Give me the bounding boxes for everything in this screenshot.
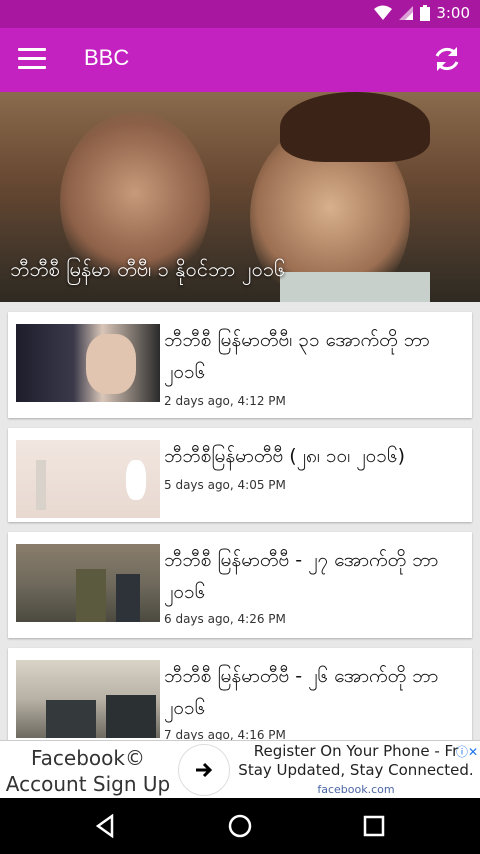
arrow-right-icon: [196, 762, 213, 778]
status-time: 3:00: [436, 4, 470, 22]
featured-video[interactable]: ဘီဘီစီ မြန်မာ တီဗီ၊ ၁ နိုဝင်ဘာ ၂၀၁၆: [0, 92, 480, 302]
ad-left-line1: Facebook©: [31, 746, 145, 770]
article-time: 5 days ago, 4:05 PM: [164, 478, 286, 492]
ad-text-right: Register On Your Phone - Fr Stay Updated…: [236, 741, 476, 799]
ad-close-icon[interactable]: ⓘ✕: [456, 743, 478, 760]
app-title: BBC: [84, 45, 130, 70]
article-card[interactable]: ဘီဘီစီမြန်မာတီဗီ (၂၈၊ ၁၀၊ ၂၀၁၆) 5 days a…: [8, 428, 472, 522]
article-thumbnail: [16, 440, 160, 518]
article-title: ဘီဘီစီမြန်မာတီဗီ (၂၈၊ ၁၀၊ ၂၀၁၆): [164, 445, 406, 467]
ad-arrow-button[interactable]: [178, 744, 230, 796]
hero-shirt: [280, 272, 430, 302]
ad-text-left: Facebook© Account Sign Up: [0, 741, 176, 799]
signal-icon: [399, 6, 414, 20]
article-card[interactable]: ဘီဘီစီ မြန်မာတီဗီ - ၂၆ အောက်တို ဘာ ၂၀၁၆ …: [8, 648, 472, 748]
thumb-figure: [106, 695, 156, 738]
article-title: ဘီဘီစီ မြန်မာတီဗီ - ၂၆ အောက်တို ဘာ ၂၀၁၆: [164, 665, 439, 719]
battery-icon: [420, 5, 431, 21]
refresh-icon[interactable]: [432, 44, 462, 74]
article-thumbnail: [16, 324, 160, 402]
featured-title: ဘီဘီစီ မြန်မာ တီဗီ၊ ၁ နိုဝင်ဘာ ၂၀၁၆: [10, 257, 286, 281]
article-time: 6 days ago, 4:26 PM: [164, 612, 286, 626]
article-thumbnail: [16, 544, 160, 622]
article-title: ဘီဘီစီ မြန်မာတီဗီ၊ ၃၁ အောက်တို ဘာ ၂၀၁၆: [164, 329, 430, 383]
ad-right-line2: Stay Updated, Stay Connected.: [238, 761, 474, 779]
ad-banner[interactable]: Facebook© Account Sign Up Register On Yo…: [0, 740, 480, 798]
menu-icon[interactable]: [18, 48, 46, 72]
thumb-figure: [76, 569, 106, 622]
back-icon[interactable]: [92, 812, 120, 840]
thumb-figure: [116, 574, 140, 622]
ad-left-line2: Account Sign Up: [5, 772, 171, 796]
home-icon[interactable]: [226, 812, 254, 840]
article-card[interactable]: ဘီဘီစီ မြန်မာတီဗီ၊ ၃၁ အောက်တို ဘာ ၂၀၁၆ 2…: [8, 312, 472, 418]
thumb-figure: [86, 334, 136, 394]
article-title: ဘီဘီစီ မြန်မာတီဗီ - ၂၇ အောက်တို ဘာ ၂၀၁၆: [164, 549, 439, 603]
article-thumbnail: [16, 660, 160, 738]
article-card[interactable]: ဘီဘီစီ မြန်မာတီဗီ - ၂၇ အောက်တို ဘာ ၂၀၁၆ …: [8, 532, 472, 638]
wifi-icon: [374, 5, 393, 20]
thumb-figure: [46, 700, 96, 738]
ad-right-line1: Register On Your Phone - Fr: [253, 742, 459, 760]
thumb-figure: [36, 460, 46, 510]
ad-link[interactable]: facebook.com: [236, 780, 476, 799]
status-bar: 3:00: [0, 0, 480, 28]
hero-hair: [280, 92, 430, 162]
nav-bar: [0, 798, 480, 854]
status-icons: 3:00: [374, 4, 470, 22]
article-time: 2 days ago, 4:12 PM: [164, 394, 286, 408]
recents-icon[interactable]: [360, 812, 388, 840]
app-bar: BBC: [0, 28, 480, 92]
thumb-figure: [126, 460, 146, 500]
